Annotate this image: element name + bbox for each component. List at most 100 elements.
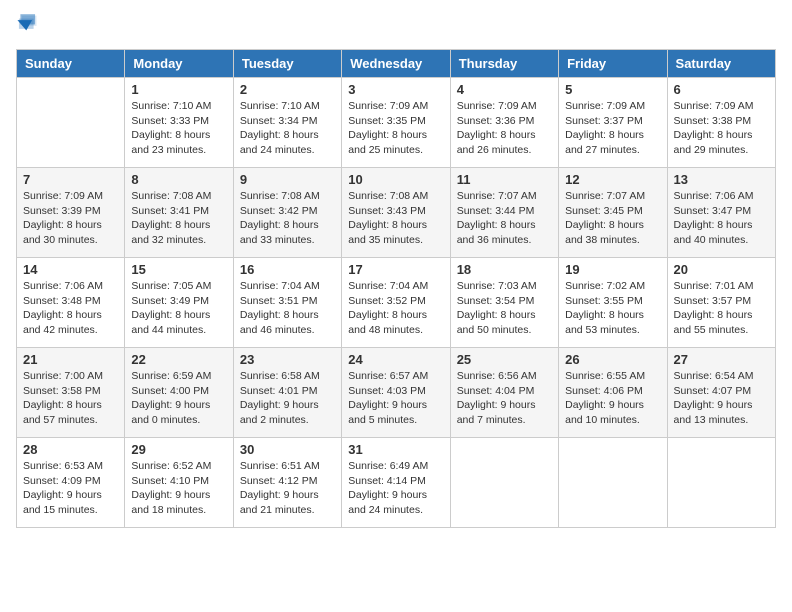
calendar-cell: 26 Sunrise: 6:55 AM Sunset: 4:06 PM Dayli…	[559, 348, 667, 438]
calendar-cell: 17 Sunrise: 7:04 AM Sunset: 3:52 PM Dayli…	[342, 258, 450, 348]
weekday-header-sunday: Sunday	[17, 50, 125, 78]
calendar-week-row: 7 Sunrise: 7:09 AM Sunset: 3:39 PM Daylig…	[17, 168, 776, 258]
cell-info: Sunrise: 6:51 AM Sunset: 4:12 PM Dayligh…	[240, 459, 335, 518]
calendar-cell: 6 Sunrise: 7:09 AM Sunset: 3:38 PM Daylig…	[667, 78, 775, 168]
cell-info: Sunrise: 7:09 AM Sunset: 3:38 PM Dayligh…	[674, 99, 769, 158]
calendar-week-row: 28 Sunrise: 6:53 AM Sunset: 4:09 PM Dayli…	[17, 438, 776, 528]
calendar-cell: 2 Sunrise: 7:10 AM Sunset: 3:34 PM Daylig…	[233, 78, 341, 168]
cell-info: Sunrise: 7:10 AM Sunset: 3:34 PM Dayligh…	[240, 99, 335, 158]
calendar-cell: 25 Sunrise: 6:56 AM Sunset: 4:04 PM Dayli…	[450, 348, 558, 438]
day-number: 26	[565, 352, 660, 367]
calendar-cell: 20 Sunrise: 7:01 AM Sunset: 3:57 PM Dayli…	[667, 258, 775, 348]
cell-info: Sunrise: 6:55 AM Sunset: 4:06 PM Dayligh…	[565, 369, 660, 428]
calendar-cell: 29 Sunrise: 6:52 AM Sunset: 4:10 PM Dayli…	[125, 438, 233, 528]
day-number: 17	[348, 262, 443, 277]
day-number: 14	[23, 262, 118, 277]
day-number: 10	[348, 172, 443, 187]
cell-info: Sunrise: 7:08 AM Sunset: 3:41 PM Dayligh…	[131, 189, 226, 248]
day-number: 2	[240, 82, 335, 97]
day-number: 8	[131, 172, 226, 187]
day-number: 11	[457, 172, 552, 187]
day-number: 30	[240, 442, 335, 457]
day-number: 1	[131, 82, 226, 97]
calendar-cell: 30 Sunrise: 6:51 AM Sunset: 4:12 PM Dayli…	[233, 438, 341, 528]
cell-info: Sunrise: 7:01 AM Sunset: 3:57 PM Dayligh…	[674, 279, 769, 338]
calendar-cell: 27 Sunrise: 6:54 AM Sunset: 4:07 PM Dayli…	[667, 348, 775, 438]
cell-info: Sunrise: 7:09 AM Sunset: 3:39 PM Dayligh…	[23, 189, 118, 248]
calendar-cell: 5 Sunrise: 7:09 AM Sunset: 3:37 PM Daylig…	[559, 78, 667, 168]
day-number: 7	[23, 172, 118, 187]
calendar-week-row: 14 Sunrise: 7:06 AM Sunset: 3:48 PM Dayli…	[17, 258, 776, 348]
cell-info: Sunrise: 6:56 AM Sunset: 4:04 PM Dayligh…	[457, 369, 552, 428]
cell-info: Sunrise: 7:09 AM Sunset: 3:37 PM Dayligh…	[565, 99, 660, 158]
weekday-header-friday: Friday	[559, 50, 667, 78]
calendar-week-row: 21 Sunrise: 7:00 AM Sunset: 3:58 PM Dayli…	[17, 348, 776, 438]
cell-info: Sunrise: 6:49 AM Sunset: 4:14 PM Dayligh…	[348, 459, 443, 518]
calendar-week-row: 1 Sunrise: 7:10 AM Sunset: 3:33 PM Daylig…	[17, 78, 776, 168]
page-header	[16, 16, 776, 39]
cell-info: Sunrise: 6:54 AM Sunset: 4:07 PM Dayligh…	[674, 369, 769, 428]
cell-info: Sunrise: 7:00 AM Sunset: 3:58 PM Dayligh…	[23, 369, 118, 428]
weekday-header-thursday: Thursday	[450, 50, 558, 78]
day-number: 3	[348, 82, 443, 97]
calendar-cell	[559, 438, 667, 528]
calendar-cell: 1 Sunrise: 7:10 AM Sunset: 3:33 PM Daylig…	[125, 78, 233, 168]
calendar-cell: 15Sunrise: 7:05 AM Sunset: 3:49 PM Dayli…	[125, 258, 233, 348]
calendar-cell	[450, 438, 558, 528]
cell-info: Sunrise: 6:53 AM Sunset: 4:09 PM Dayligh…	[23, 459, 118, 518]
calendar-cell: 22 Sunrise: 6:59 AM Sunset: 4:00 PM Dayli…	[125, 348, 233, 438]
cell-info: Sunrise: 6:58 AM Sunset: 4:01 PM Dayligh…	[240, 369, 335, 428]
logo-icon	[16, 12, 38, 34]
calendar-cell: 14 Sunrise: 7:06 AM Sunset: 3:48 PM Dayli…	[17, 258, 125, 348]
cell-info: Sunrise: 6:52 AM Sunset: 4:10 PM Dayligh…	[131, 459, 226, 518]
day-number: 20	[674, 262, 769, 277]
calendar-cell: 11 Sunrise: 7:07 AM Sunset: 3:44 PM Dayli…	[450, 168, 558, 258]
calendar-cell: 12 Sunrise: 7:07 AM Sunset: 3:45 PM Dayli…	[559, 168, 667, 258]
calendar-cell	[17, 78, 125, 168]
calendar-cell: 7 Sunrise: 7:09 AM Sunset: 3:39 PM Daylig…	[17, 168, 125, 258]
cell-info: Sunrise: 7:09 AM Sunset: 3:36 PM Dayligh…	[457, 99, 552, 158]
cell-info: Sunrise: 6:57 AM Sunset: 4:03 PM Dayligh…	[348, 369, 443, 428]
calendar-cell: 31Sunrise: 6:49 AM Sunset: 4:14 PM Dayli…	[342, 438, 450, 528]
day-number: 13	[674, 172, 769, 187]
day-number: 12	[565, 172, 660, 187]
calendar-cell: 23 Sunrise: 6:58 AM Sunset: 4:01 PM Dayli…	[233, 348, 341, 438]
day-number: 24	[348, 352, 443, 367]
weekday-header-monday: Monday	[125, 50, 233, 78]
weekday-header-row: SundayMondayTuesdayWednesdayThursdayFrid…	[17, 50, 776, 78]
cell-info: Sunrise: 7:03 AM Sunset: 3:54 PM Dayligh…	[457, 279, 552, 338]
cell-info: Sunrise: 7:07 AM Sunset: 3:44 PM Dayligh…	[457, 189, 552, 248]
day-number: 19	[565, 262, 660, 277]
day-number: 4	[457, 82, 552, 97]
day-number: 27	[674, 352, 769, 367]
day-number: 18	[457, 262, 552, 277]
day-number: 9	[240, 172, 335, 187]
cell-info: Sunrise: 6:59 AM Sunset: 4:00 PM Dayligh…	[131, 369, 226, 428]
day-number: 6	[674, 82, 769, 97]
calendar-cell: 13Sunrise: 7:06 AM Sunset: 3:47 PM Dayli…	[667, 168, 775, 258]
weekday-header-tuesday: Tuesday	[233, 50, 341, 78]
day-number: 16	[240, 262, 335, 277]
cell-info: Sunrise: 7:07 AM Sunset: 3:45 PM Dayligh…	[565, 189, 660, 248]
calendar-cell: 24 Sunrise: 6:57 AM Sunset: 4:03 PM Dayli…	[342, 348, 450, 438]
calendar-cell: 10Sunrise: 7:08 AM Sunset: 3:43 PM Dayli…	[342, 168, 450, 258]
cell-info: Sunrise: 7:06 AM Sunset: 3:48 PM Dayligh…	[23, 279, 118, 338]
day-number: 29	[131, 442, 226, 457]
day-number: 23	[240, 352, 335, 367]
weekday-header-wednesday: Wednesday	[342, 50, 450, 78]
cell-info: Sunrise: 7:04 AM Sunset: 3:51 PM Dayligh…	[240, 279, 335, 338]
weekday-header-saturday: Saturday	[667, 50, 775, 78]
day-number: 25	[457, 352, 552, 367]
calendar-cell	[667, 438, 775, 528]
day-number: 5	[565, 82, 660, 97]
day-number: 21	[23, 352, 118, 367]
calendar-cell: 8 Sunrise: 7:08 AM Sunset: 3:41 PM Daylig…	[125, 168, 233, 258]
day-number: 22	[131, 352, 226, 367]
cell-info: Sunrise: 7:10 AM Sunset: 3:33 PM Dayligh…	[131, 99, 226, 158]
day-number: 28	[23, 442, 118, 457]
calendar-cell: 18 Sunrise: 7:03 AM Sunset: 3:54 PM Dayli…	[450, 258, 558, 348]
cell-info: Sunrise: 7:05 AM Sunset: 3:49 PM Dayligh…	[131, 279, 226, 338]
calendar-table: SundayMondayTuesdayWednesdayThursdayFrid…	[16, 49, 776, 528]
cell-info: Sunrise: 7:04 AM Sunset: 3:52 PM Dayligh…	[348, 279, 443, 338]
calendar-cell: 4 Sunrise: 7:09 AM Sunset: 3:36 PM Daylig…	[450, 78, 558, 168]
